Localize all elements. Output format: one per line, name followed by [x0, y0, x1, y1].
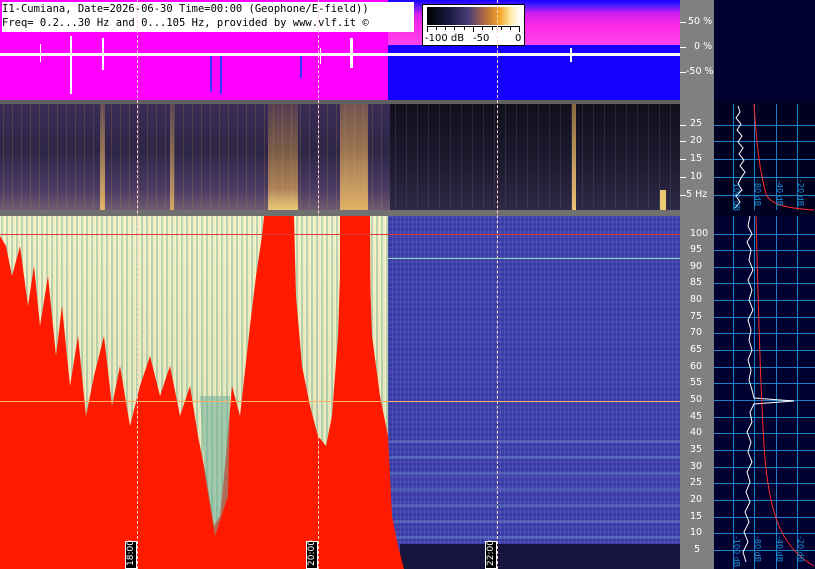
high-freq-axis-label: 80 — [690, 294, 703, 305]
spectrogram-burst — [340, 104, 368, 210]
profile-db-label: -20 dB — [796, 536, 805, 563]
spectrogram-burst — [100, 104, 105, 210]
high-freq-axis-label: 60 — [690, 361, 703, 372]
low-freq-axis-label: 20 — [690, 135, 703, 146]
high-freq-axis-label: 10 — [690, 527, 703, 538]
high-freq-axis-label: 5 — [694, 544, 701, 555]
header-station-line: I1-Cumiana, Date=2026-06-30 Time=00:00 (… — [2, 3, 369, 15]
header-frequency-line: Freq= 0.2...30 Hz and 0...105 Hz, provid… — [2, 17, 369, 29]
waveform-spike — [320, 48, 321, 64]
color-scale-label: -50 — [473, 33, 490, 44]
spectrogram-burst — [572, 104, 576, 210]
high-freq-axis-label: 90 — [690, 261, 703, 272]
profile-db-label: -20 dB — [796, 180, 805, 207]
color-scale-label: 0 — [515, 33, 522, 44]
lower-profile-trace — [742, 215, 815, 567]
profile-db-label: -40 dB — [775, 536, 784, 563]
time-gridline — [137, 0, 138, 569]
high-freq-axis-label: 40 — [690, 427, 703, 438]
high-freq-axis-label: 35 — [690, 444, 703, 455]
time-gridline — [497, 0, 498, 569]
time-marker-2000: 20:00 — [306, 540, 318, 569]
waveform-spike — [300, 56, 302, 78]
profile-db-label: -100 dB — [732, 180, 741, 212]
low-frequency-spectrogram-quiet-region — [390, 104, 680, 210]
waveform-spike — [70, 36, 72, 94]
low-freq-axis-label: 5 Hz — [686, 189, 708, 200]
high-freq-axis-label: 20 — [690, 494, 703, 505]
high-freq-axis-label: 65 — [690, 344, 703, 355]
high-freq-axis-label: 95 — [690, 244, 703, 255]
profile-db-label: -80 dB — [753, 536, 762, 563]
color-scale-legend: -100 dB -50 0 — [422, 4, 525, 46]
interference-line-50hz — [0, 401, 680, 402]
profile-db-label: -100 dB — [732, 536, 741, 568]
low-freq-axis-label: 15 — [690, 153, 703, 164]
high-freq-axis-label: 15 — [690, 511, 703, 522]
waveform-spike — [220, 56, 222, 94]
waveform-axis-label: 50 % — [688, 16, 713, 27]
high-freq-axis-label: 50 — [690, 394, 703, 405]
high-freq-axis-label: 55 — [690, 377, 703, 388]
profile-db-label: -40 dB — [775, 180, 784, 207]
profile-db-label: -80 dB — [753, 180, 762, 207]
time-marker-2200: 22:00 — [485, 540, 497, 569]
spectrogram-burst — [660, 190, 666, 210]
low-freq-axis-label: 10 — [690, 171, 703, 182]
interference-line-93hz — [388, 258, 680, 259]
waveform-spike — [350, 38, 353, 68]
time-gridline — [318, 0, 319, 569]
high-freq-axis-label: 100 — [690, 228, 709, 239]
low-freq-axis-label: 25 — [690, 118, 703, 129]
header-info: I1-Cumiana, Date=2026-06-30 Time=00:00 (… — [2, 2, 414, 32]
high-freq-axis-label: 30 — [690, 461, 703, 472]
color-scale-gradient — [427, 7, 520, 25]
high-freq-axis-label: 25 — [690, 477, 703, 488]
waveform-spike — [102, 38, 104, 70]
waveform-spike — [570, 48, 572, 62]
high-freq-axis-label: 70 — [690, 327, 703, 338]
high-freq-axis-label: 85 — [690, 277, 703, 288]
saturation-overlay — [0, 216, 404, 569]
high-freq-axis-label: 45 — [690, 411, 703, 422]
high-freq-axis-label: 75 — [690, 311, 703, 322]
time-marker-1800: 18:00 — [125, 540, 137, 569]
waveform-spike — [210, 56, 212, 92]
color-scale-label: -100 dB — [425, 33, 465, 44]
waveform-spike — [40, 44, 41, 62]
interference-line-100hz — [0, 234, 680, 235]
color-scale-ticks — [427, 26, 520, 32]
waveform-axis-label: -50 % — [686, 66, 714, 77]
waveform-axis-label: 0 % — [694, 41, 713, 52]
spectrogram-burst — [268, 104, 298, 210]
spectrogram-burst — [170, 104, 174, 210]
